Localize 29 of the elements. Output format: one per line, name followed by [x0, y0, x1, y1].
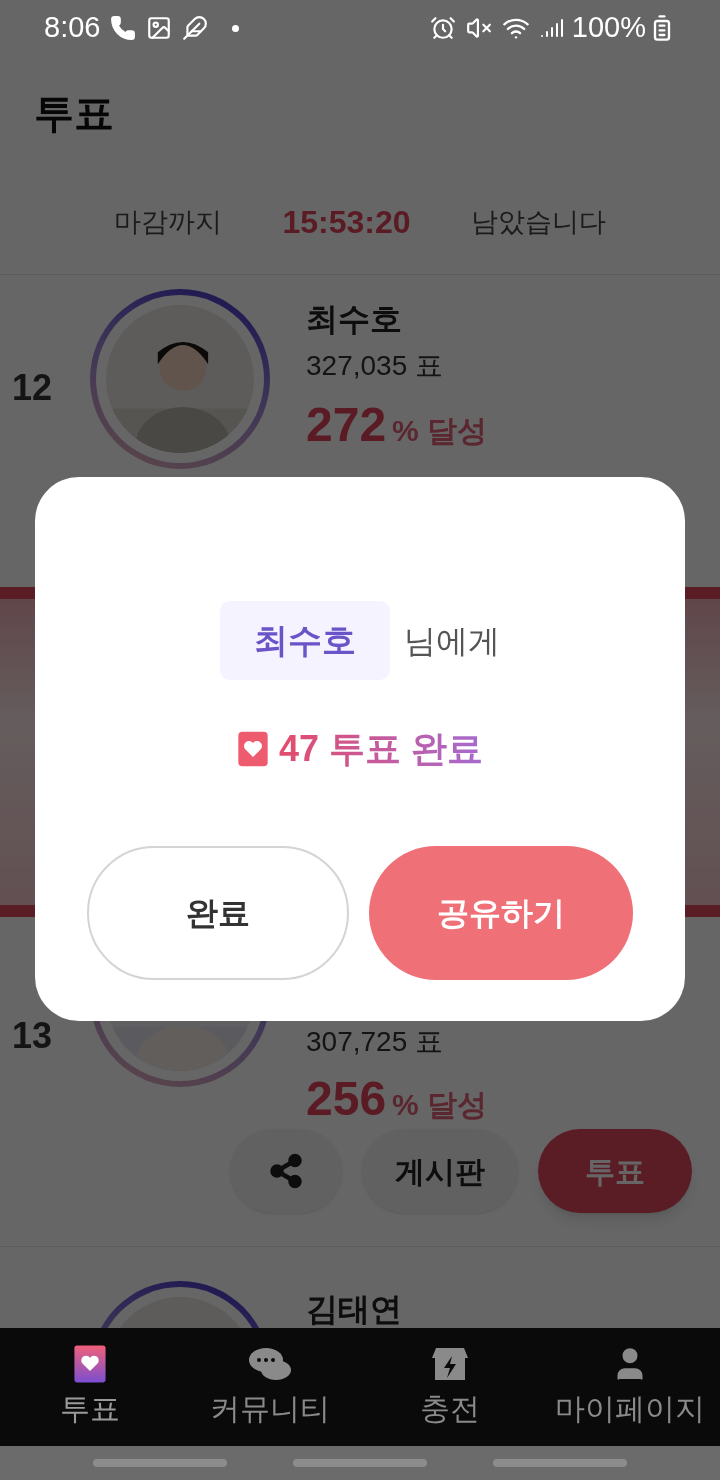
signal-icon	[539, 16, 564, 40]
recipient-name: 최수호	[220, 601, 390, 680]
countdown-label: 마감까지	[114, 205, 223, 239]
achievement-percent: 272	[306, 397, 387, 453]
vote-count: 327,035 표	[306, 349, 444, 383]
candidate-name: 최수호	[306, 300, 403, 339]
vote-count: 307,725 표	[306, 1025, 444, 1059]
battery-percent: 100%	[571, 10, 646, 46]
achievement-percent: 256	[306, 1071, 387, 1127]
countdown-timer: 15:53:20	[282, 203, 411, 242]
heart-card-icon	[73, 1343, 107, 1384]
share-icon	[268, 1153, 304, 1189]
board-button[interactable]: 게시판	[362, 1129, 518, 1213]
mute-icon	[465, 15, 492, 41]
candidate-name: 김태연	[306, 1290, 402, 1328]
share-button[interactable]: 공유하기	[369, 846, 633, 980]
page-title: 투표	[34, 90, 114, 137]
countdown-label: 남았습니다	[470, 205, 606, 239]
done-button[interactable]: 완료	[87, 846, 349, 980]
achievement-label: % 달성	[392, 1087, 488, 1123]
feather-icon	[182, 15, 209, 41]
phone-icon	[110, 15, 137, 41]
status-time: 8:06	[44, 10, 101, 46]
rank-number: 13	[12, 1014, 54, 1058]
rank-number: 12	[12, 366, 54, 410]
recipient-suffix: 님에게	[404, 621, 500, 661]
alarm-icon	[429, 15, 456, 41]
gallery-icon	[146, 15, 173, 41]
achievement-label: % 달성	[392, 413, 488, 449]
